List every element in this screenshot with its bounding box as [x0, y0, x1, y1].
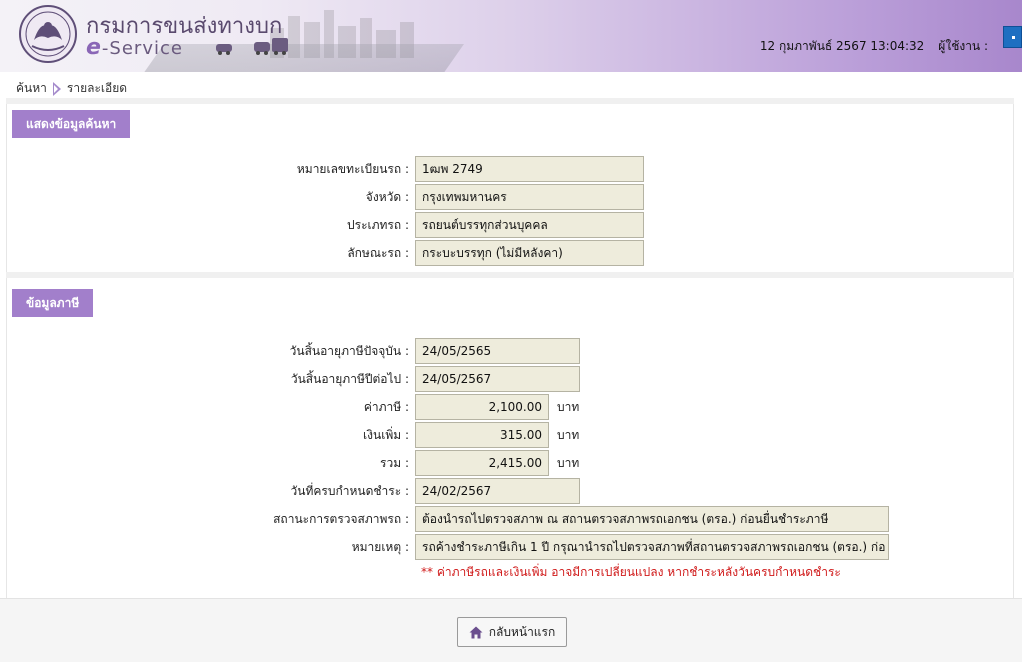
vehicle-type-row: ประเภทรถ : รถยนต์บรรทุกส่วนบุคคล [0, 212, 644, 238]
vehicle-type-field: รถยนต์บรรทุกส่วนบุคคล [415, 212, 644, 238]
surcharge-row: เงินเพิ่ม : 315.00 บาท [0, 422, 579, 448]
search-info-section-title: แสดงข้อมูลค้นหา [12, 110, 131, 138]
next-expiry-label: วันสิ้นอายุภาษีปีต่อไป : [290, 371, 409, 386]
total-field: 2,415.00 [415, 450, 549, 476]
current-expiry-field: 24/05/2565 [415, 338, 580, 364]
vehicle-style-row: ลักษณะรถ : กระบะบรรทุก (ไม่มีหลังคา) [0, 240, 644, 266]
section-divider [6, 272, 1014, 278]
dlt-emblem-logo [19, 5, 77, 63]
back-home-button[interactable]: กลับหน้าแรก [457, 617, 567, 647]
due-date-field: 24/02/2567 [415, 478, 580, 504]
remark-row: หมายเหตุ : รถค้างชำระภาษีเกิน 1 ปี กรุณา… [0, 534, 889, 560]
tax-amount-field: 2,100.00 [415, 394, 549, 420]
site-header: กรมการขนส่งทางบก e-Service 12 กุมภาพันธ์… [0, 0, 1022, 72]
current-datetime: 12 กุมภาพันธ์ 2567 13:04:32 [759, 39, 925, 53]
province-field: กรุงเทพมหานคร [415, 184, 644, 210]
vehicle-type-label: ประเภทรถ : [347, 217, 409, 232]
breadcrumb-detail: รายละเอียด [66, 81, 128, 95]
vehicles-icon [216, 38, 288, 55]
inspection-status-field: ต้องนำรถไปตรวจสภาพ ณ สถานตรวจสภาพรถเอกชน… [415, 506, 889, 532]
surcharge-field: 315.00 [415, 422, 549, 448]
current-expiry-label: วันสิ้นอายุภาษีปัจจุบัน : [289, 343, 409, 358]
tax-amount-row: ค่าภาษี : 2,100.00 บาท [0, 394, 579, 420]
remark-label: หมายเหตุ : [351, 539, 409, 554]
inspection-status-label: สถานะการตรวจสภาพรถ : [273, 511, 409, 526]
brand-title-eservice: e-Service [86, 35, 183, 60]
surcharge-unit: บาท [557, 427, 580, 442]
due-date-row: วันที่ครบกำหนดชำระ : 24/02/2567 [0, 478, 580, 504]
total-row: รวม : 2,415.00 บาท [0, 450, 579, 476]
plate-number-label: หมายเลขทะเบียนรถ : [296, 161, 409, 176]
brand-e-letter: e [86, 35, 102, 60]
brand-service-text: -Service [101, 38, 183, 59]
breadcrumb-search-link[interactable]: ค้นหา [16, 79, 47, 98]
breadcrumb-arrow-icon [52, 81, 61, 96]
remark-field: รถค้างชำระภาษีเกิน 1 ปี กรุณานำรถไปตรวจส… [415, 534, 889, 560]
next-expiry-field: 24/05/2567 [415, 366, 580, 392]
plate-number-field: 1ฒพ 2749 [415, 156, 644, 182]
inspection-status-row: สถานะการตรวจสภาพรถ : ต้องนำรถไปตรวจสภาพ … [0, 506, 889, 532]
current-expiry-row: วันสิ้นอายุภาษีปัจจุบัน : 24/05/2565 [0, 338, 580, 364]
header-info: 12 กุมภาพันธ์ 2567 13:04:32 ผู้ใช้งาน : [760, 37, 988, 56]
tax-change-note: ** ค่าภาษีรถและเงินเพิ่ม อาจมีการเปลี่ยน… [421, 565, 841, 579]
due-date-label: วันที่ครบกำหนดชำระ : [290, 483, 409, 498]
total-unit: บาท [557, 455, 580, 470]
side-toggle-button[interactable] [1003, 26, 1022, 48]
breadcrumb: ค้นหา รายละเอียด [16, 79, 127, 98]
vehicle-style-field: กระบะบรรทุก (ไม่มีหลังคา) [415, 240, 644, 266]
user-label: ผู้ใช้งาน : [938, 39, 988, 53]
road-graphic [135, 44, 465, 72]
next-expiry-row: วันสิ้นอายุภาษีปีต่อไป : 24/05/2567 [0, 366, 580, 392]
plate-number-row: หมายเลขทะเบียนรถ : 1ฒพ 2749 [0, 156, 644, 182]
back-home-label: กลับหน้าแรก [488, 624, 556, 639]
tax-amount-unit: บาท [557, 399, 580, 414]
tax-info-section-title: ข้อมูลภาษี [12, 289, 94, 317]
total-label: รวม : [380, 455, 409, 470]
province-row: จังหวัด : กรุงเทพมหานคร [0, 184, 644, 210]
home-icon [469, 626, 483, 638]
surcharge-label: เงินเพิ่ม : [363, 427, 409, 442]
vehicle-style-label: ลักษณะรถ : [347, 245, 409, 260]
province-label: จังหวัด : [365, 189, 409, 204]
tax-amount-label: ค่าภาษี : [363, 399, 409, 414]
